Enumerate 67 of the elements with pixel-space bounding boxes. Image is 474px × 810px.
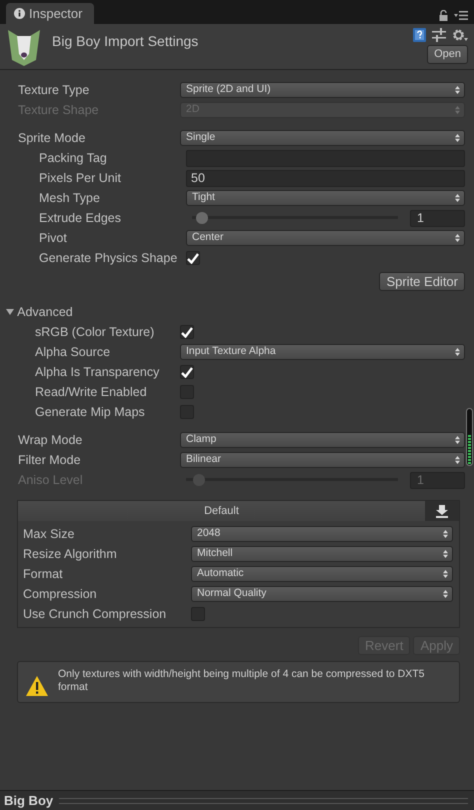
asset-icon: [6, 28, 42, 66]
dropdown[interactable]: Single: [180, 130, 465, 146]
slider-thumb[interactable]: [196, 212, 208, 224]
settings-icon[interactable]: [452, 28, 468, 42]
dropdown[interactable]: Bilinear: [180, 452, 465, 468]
sprite-editor-button[interactable]: Sprite Editor: [379, 272, 465, 290]
field-label: Format: [23, 566, 64, 583]
up-down-arrows-icon: [455, 234, 460, 242]
number-field[interactable]: 1: [410, 210, 465, 226]
up-down-arrows-icon: [443, 570, 448, 578]
up-down-arrows-icon: [455, 456, 460, 464]
field-label: Wrap Mode: [17, 432, 84, 449]
field-label: Filter Mode: [17, 452, 82, 469]
up-down-arrows-icon: [455, 134, 460, 142]
warning-icon: [26, 676, 48, 696]
field-label: Generate Mip Maps: [34, 404, 146, 421]
field-label: Alpha Source: [34, 344, 112, 361]
field-label: Generate Physics Shape: [38, 250, 178, 267]
triangle-icon[interactable]: [6, 308, 14, 316]
field-label: Resize Algorithm: [23, 546, 118, 563]
dropdown[interactable]: Sprite (2D and UI): [180, 82, 465, 98]
field-label: Mesh Type: [38, 190, 101, 207]
dropdown[interactable]: 2048: [191, 526, 453, 542]
field-label: Alpha Is Transparency: [34, 364, 160, 381]
up-down-arrows-icon: [455, 86, 460, 94]
asset-title: Big Boy Import Settings: [52, 32, 200, 51]
dropdown[interactable]: Mitchell: [191, 546, 453, 562]
dropdown[interactable]: Tight: [186, 190, 465, 206]
checkbox[interactable]: [186, 251, 200, 265]
up-down-arrows-icon: [443, 530, 448, 538]
level-meter-drawing: [466, 408, 473, 466]
field-label: Packing Tag: [38, 150, 108, 167]
dropdown[interactable]: Input Texture Alpha: [180, 344, 465, 360]
field-label: Pivot: [38, 230, 68, 247]
dropdown[interactable]: Automatic: [191, 566, 453, 582]
foldout-toggle[interactable]: Advanced: [6, 302, 73, 322]
field-label: sRGB (Color Texture): [34, 324, 156, 341]
preview-title: Big Boy: [4, 792, 54, 810]
open-button[interactable]: Open: [427, 45, 468, 64]
field-label: Use Crunch Compression: [23, 606, 168, 623]
checkbox[interactable]: [180, 325, 194, 339]
field-label: Max Size: [23, 526, 76, 543]
checkbox[interactable]: [180, 365, 194, 379]
field-label: Texture Type: [17, 82, 90, 99]
up-down-arrows-icon: [455, 348, 460, 356]
inspector-tab[interactable]: Inspector: [6, 3, 94, 24]
up-down-arrows-icon: [455, 436, 460, 444]
dropdown[interactable]: Center: [186, 230, 465, 246]
dropdown[interactable]: Normal Quality: [191, 586, 453, 602]
info-icon: [14, 8, 25, 19]
help-icon[interactable]: [412, 28, 426, 42]
up-down-arrows-icon: [455, 194, 460, 202]
up-down-arrows-icon: [443, 590, 448, 598]
menu-icon[interactable]: [454, 10, 468, 20]
field-label: Extrude Edges: [38, 210, 122, 227]
lock-icon[interactable]: [438, 10, 448, 21]
up-down-arrows-icon: [443, 550, 448, 558]
field-label: Sprite Mode: [17, 130, 86, 147]
platform-tab[interactable]: Default: [18, 501, 425, 521]
warning-text: Only textures with width/height being multiple of 4 can be compressed to DXT5 format: [58, 668, 426, 696]
field-label: Pixels Per Unit: [38, 170, 122, 187]
input-field[interactable]: 50: [186, 170, 465, 186]
up-down-arrows-icon: [455, 106, 460, 114]
dropdown[interactable]: Clamp: [180, 432, 465, 448]
sliders-icon[interactable]: [432, 28, 446, 42]
field-label: Read/Write Enabled: [34, 384, 148, 401]
field-label: Compression: [23, 586, 98, 603]
